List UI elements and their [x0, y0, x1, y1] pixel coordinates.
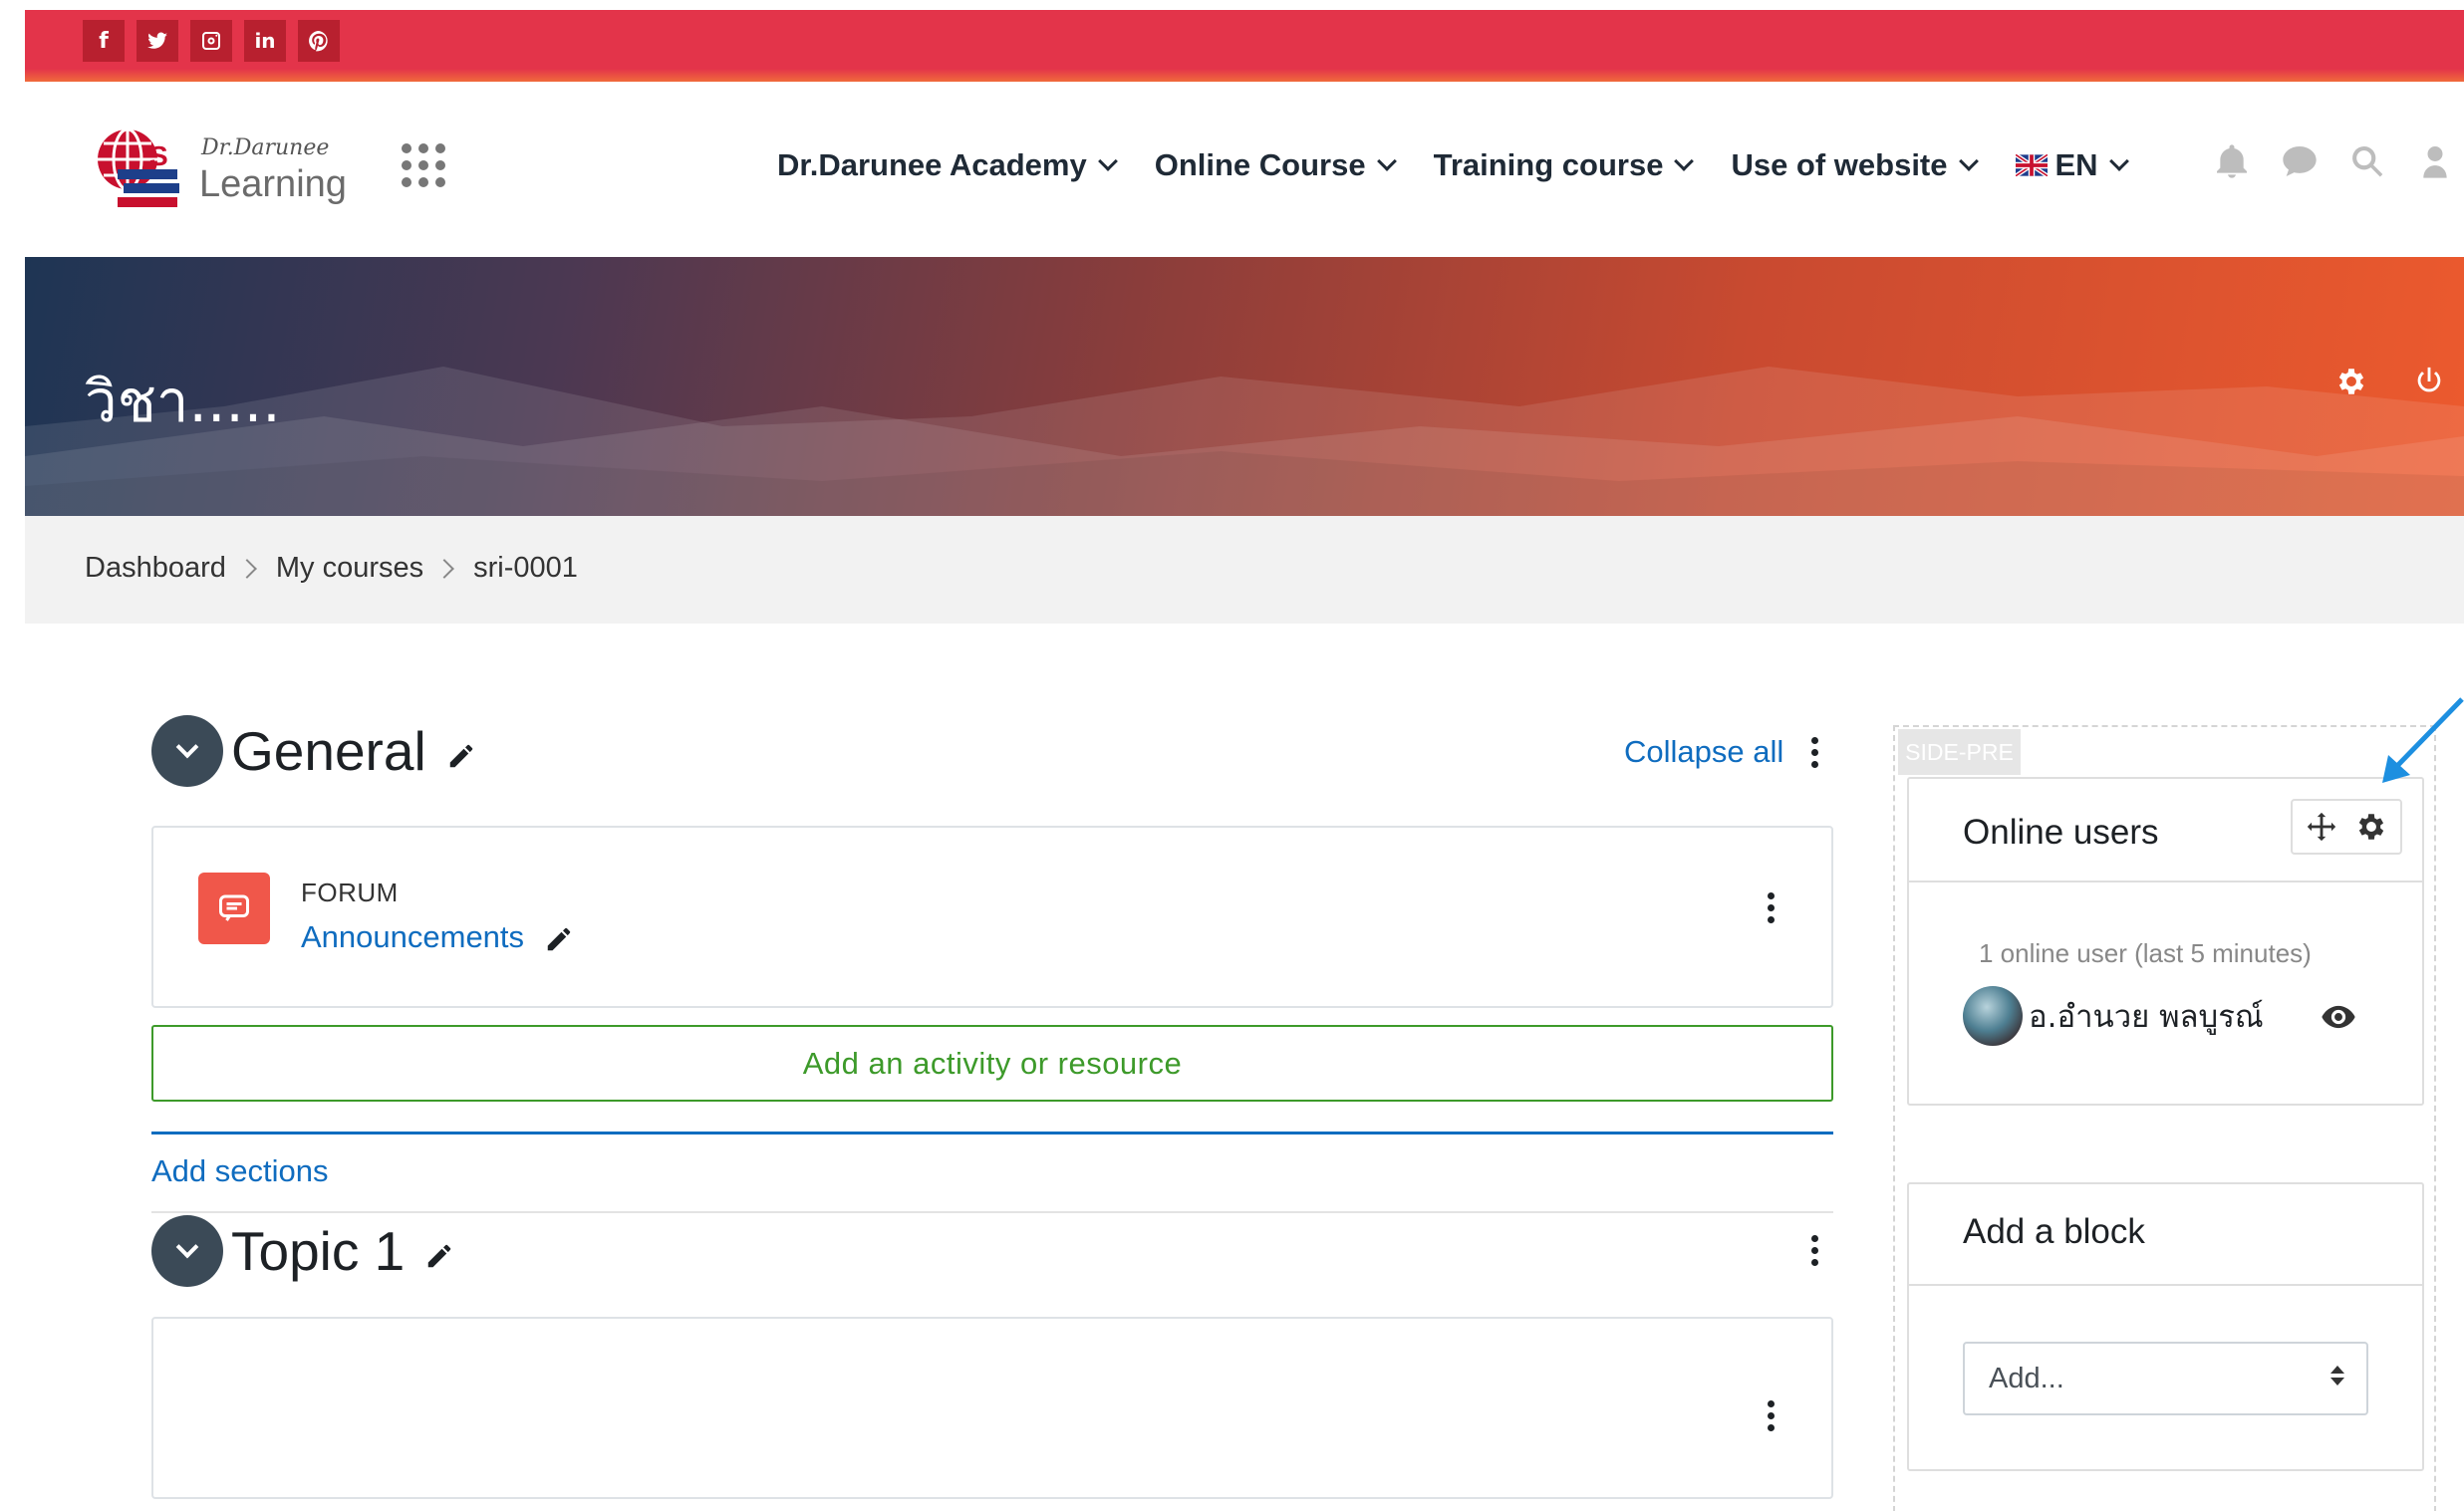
select-arrows-icon — [2330, 1366, 2344, 1385]
activity-card-forum: FORUM Announcements — [151, 826, 1833, 1008]
add-block-block: Add a block Add... — [1907, 1182, 2424, 1471]
block-controls — [2291, 799, 2402, 855]
instagram-icon[interactable] — [190, 20, 232, 62]
eye-icon[interactable] — [2320, 998, 2357, 1036]
chevron-down-icon — [1097, 151, 1118, 171]
pencil-icon[interactable] — [446, 741, 476, 771]
activity-menu-icon[interactable] — [1768, 892, 1775, 923]
site-logo[interactable]: S Dr.Darunee Learning — [90, 122, 349, 216]
online-user-count: 1 online user (last 5 minutes) — [1979, 938, 2312, 968]
chevron-down-icon — [2108, 151, 2129, 171]
section-title-topic1: Topic 1 — [231, 1220, 406, 1282]
forum-icon — [198, 873, 270, 944]
language-selector[interactable]: EN — [2015, 147, 2129, 183]
avatar — [1963, 986, 2023, 1046]
chevron-down-icon — [1958, 151, 1979, 171]
breadcrumb-dashboard[interactable]: Dashboard — [85, 552, 226, 585]
social-links: f in — [83, 20, 340, 62]
breadcrumb-my-courses[interactable]: My courses — [276, 552, 423, 585]
pencil-icon[interactable] — [544, 924, 574, 954]
facebook-icon[interactable]: f — [83, 20, 125, 62]
chevron-down-icon — [1376, 151, 1397, 171]
section-menu-icon[interactable] — [1811, 1235, 1818, 1266]
chevron-down-icon — [175, 735, 199, 759]
navbar: S Dr.Darunee Learning Dr.Darunee Academy… — [25, 82, 2464, 257]
block-divider — [1909, 881, 2422, 882]
chat-icon[interactable] — [2280, 141, 2320, 181]
activity-type-label: FORUM — [301, 878, 399, 907]
nav-icons — [2212, 141, 2455, 181]
section-divider — [151, 1132, 1833, 1134]
uk-flag-icon — [2015, 154, 2048, 176]
header-actions — [2334, 365, 2446, 398]
gear-icon[interactable] — [2334, 365, 2368, 398]
block-title: Online users — [1963, 813, 2159, 852]
add-block-select[interactable]: Add... — [1963, 1342, 2368, 1415]
pinterest-icon[interactable] — [298, 20, 340, 62]
logo-globe-icon: S — [98, 127, 179, 207]
nav-item-training-course[interactable]: Training course — [1434, 147, 1695, 183]
chevron-down-icon — [1674, 151, 1695, 171]
annotation-arrow-icon — [2382, 697, 2464, 783]
power-icon[interactable] — [2412, 365, 2446, 398]
side-region-label: SIDE-PRE — [1898, 729, 2021, 775]
user-icon[interactable] — [2415, 141, 2455, 181]
svg-text:S: S — [149, 140, 168, 171]
banner-waves — [25, 367, 2464, 516]
online-users-block: Online users 1 online user (last 5 minut… — [1907, 777, 2424, 1106]
breadcrumb: Dashboard My courses sri-0001 — [85, 552, 578, 585]
block-title: Add a block — [1963, 1212, 2145, 1251]
online-user-row[interactable]: อ.อำนวย พลบูรณ์ — [1963, 986, 2264, 1046]
nav-item-use-of-website[interactable]: Use of website — [1731, 147, 1979, 183]
section-topic1-header: Topic 1 — [151, 1215, 454, 1287]
breadcrumb-bar: Dashboard My courses sri-0001 — [25, 516, 2464, 624]
chevron-right-icon — [434, 558, 455, 579]
chevron-right-icon — [236, 558, 257, 579]
activity-link[interactable]: Announcements — [301, 919, 574, 955]
section-general-header: General — [151, 715, 476, 787]
bell-icon[interactable] — [2212, 141, 2252, 181]
section-collapse-toggle[interactable] — [151, 715, 223, 787]
brand-line1: Dr.Darunee — [201, 135, 330, 160]
add-activity-button[interactable]: Add an activity or resource — [151, 1025, 1833, 1102]
move-icon[interactable] — [2305, 810, 2338, 844]
section-title-general: General — [231, 720, 426, 782]
section-divider — [151, 1211, 1833, 1213]
nav-item-online-course[interactable]: Online Course — [1155, 147, 1397, 183]
nav-item-academy[interactable]: Dr.Darunee Academy — [777, 147, 1118, 183]
gear-icon[interactable] — [2354, 810, 2388, 844]
chevron-down-icon — [175, 1235, 199, 1259]
section-collapse-toggle[interactable] — [151, 1215, 223, 1287]
apps-grid-icon[interactable] — [402, 143, 445, 187]
pencil-icon[interactable] — [424, 1241, 454, 1271]
main-menu: Dr.Darunee Academy Online Course Trainin… — [777, 147, 2166, 183]
breadcrumb-course[interactable]: sri-0001 — [473, 552, 578, 585]
block-divider — [1909, 1284, 2422, 1286]
search-icon[interactable] — [2347, 141, 2387, 181]
course-title: วิชา..... — [85, 368, 281, 435]
brand-line2: Learning — [199, 163, 347, 205]
topic-menu-icon[interactable] — [1768, 1400, 1775, 1431]
course-header-banner: วิชา..... — [25, 257, 2464, 516]
add-sections-link[interactable]: Add sections — [151, 1153, 329, 1189]
online-user-name[interactable]: อ.อำนวย พลบูรณ์ — [2029, 991, 2264, 1041]
section-menu-icon[interactable] — [1811, 737, 1818, 768]
social-bar: f in — [25, 10, 2464, 82]
twitter-icon[interactable] — [137, 20, 178, 62]
linkedin-icon[interactable]: in — [244, 20, 286, 62]
collapse-all-link[interactable]: Collapse all — [1624, 734, 1783, 770]
topic-summary-card — [151, 1317, 1833, 1499]
